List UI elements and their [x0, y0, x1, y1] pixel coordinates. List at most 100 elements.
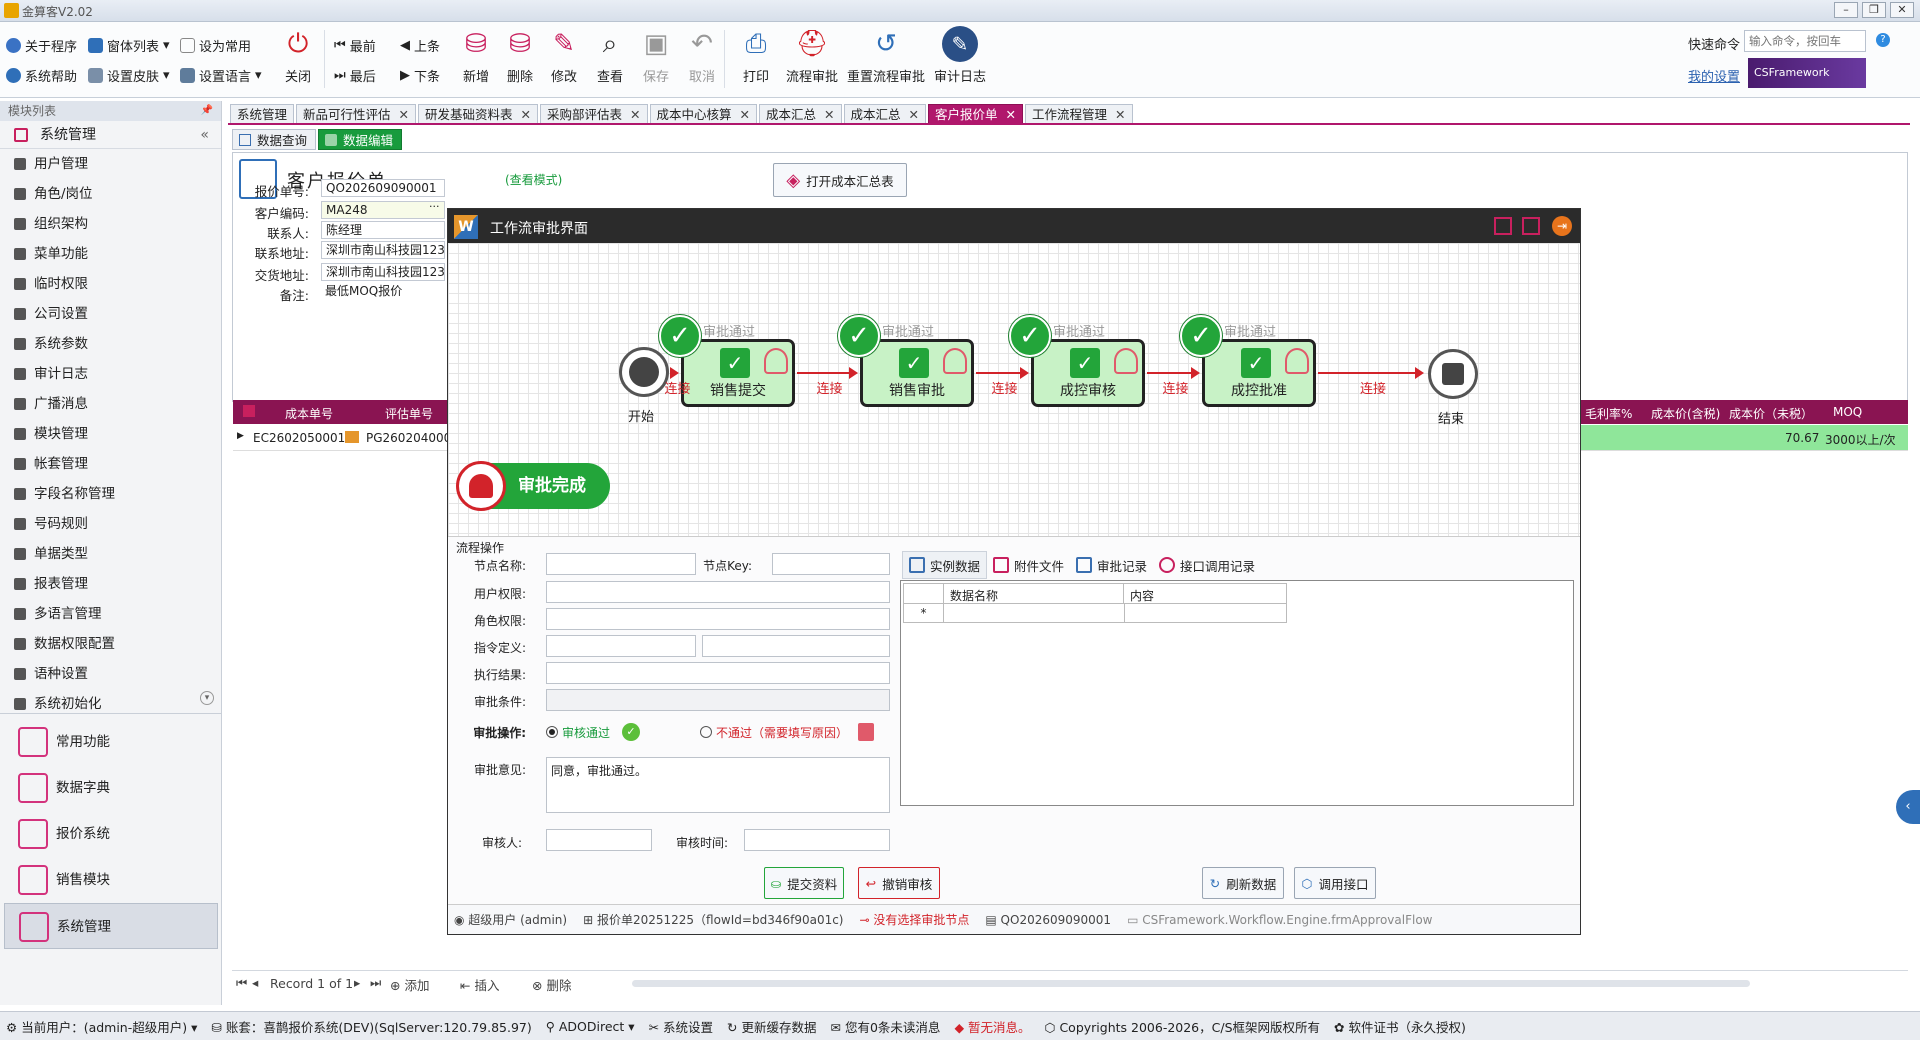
- sidebar-item[interactable]: 角色/岗位: [0, 179, 221, 209]
- tab-item[interactable]: 系统管理: [230, 104, 295, 124]
- nav-prev-icon[interactable]: ◂: [252, 975, 258, 990]
- cmd-def-field-2[interactable]: [702, 635, 890, 657]
- module-group-item[interactable]: 系统管理: [4, 903, 218, 949]
- nav-first-icon[interactable]: ⏮: [236, 975, 247, 991]
- tab-item[interactable]: 新品可行性评估 ✕: [296, 104, 417, 124]
- nav-add-button[interactable]: ⊕ 添加: [390, 975, 429, 994]
- cond-field[interactable]: [546, 689, 890, 711]
- flow-link[interactable]: [670, 367, 679, 379]
- submit-button[interactable]: ⛀ 提交资料: [764, 867, 844, 899]
- field-input[interactable]: 深圳市南山科技园123号: [321, 263, 445, 281]
- cancel-button[interactable]: ↶ 取消: [676, 26, 728, 94]
- set-common-button[interactable]: 设为常用: [180, 36, 251, 55]
- radio-pass[interactable]: 审核通过 ✓: [546, 723, 641, 741]
- language-button[interactable]: 设置语言 ▾: [180, 66, 262, 85]
- flow-link[interactable]: [797, 367, 858, 379]
- tab-item[interactable]: 成本汇总 ✕: [759, 104, 842, 124]
- radio-fail[interactable]: 不通过（需要填写原因）: [700, 723, 875, 741]
- end-node[interactable]: [1428, 349, 1478, 399]
- col-moq[interactable]: MOQ: [1833, 405, 1862, 419]
- next-button[interactable]: ▶ 下条: [400, 66, 440, 85]
- status-current-user[interactable]: ⚙ 当前用户：(admin-超级用户) ▾: [6, 1017, 197, 1036]
- section-system-management[interactable]: 系统管理 «: [0, 121, 221, 149]
- tab-instance-data[interactable]: 实例数据: [902, 551, 988, 579]
- quick-cmd-input[interactable]: [1744, 30, 1866, 52]
- time-field[interactable]: [744, 829, 890, 851]
- role-perm-field[interactable]: [546, 608, 890, 630]
- exit-icon[interactable]: ⇥: [1552, 216, 1572, 236]
- save-button[interactable]: ▣ 保存: [630, 26, 682, 94]
- col-content[interactable]: 内容: [1124, 584, 1286, 604]
- tab-item[interactable]: 成本中心核算 ✕: [649, 104, 758, 124]
- user-perm-field[interactable]: [546, 581, 890, 603]
- sidebar-item[interactable]: 系统参数: [0, 329, 221, 359]
- minimize-button[interactable]: –: [1834, 2, 1858, 18]
- flow-link[interactable]: [1147, 367, 1200, 379]
- flow-link[interactable]: [976, 367, 1029, 379]
- sidebar-item[interactable]: 菜单功能: [0, 239, 221, 269]
- close-icon[interactable]: ✕: [740, 105, 750, 124]
- nav-next-icon[interactable]: ▸: [354, 975, 360, 990]
- close-icon[interactable]: ✕: [399, 105, 409, 124]
- close-icon[interactable]: ✕: [1006, 105, 1016, 124]
- col-eval-no[interactable]: 评估单号: [385, 405, 433, 422]
- close-icon[interactable]: ✕: [630, 105, 640, 124]
- scroll-down-icon[interactable]: ▾: [200, 691, 214, 705]
- field-input[interactable]: 深圳市南山科技园123号: [321, 241, 445, 259]
- col-data-name[interactable]: 数据名称: [944, 584, 1124, 604]
- col-cost-no[interactable]: 成本单号: [285, 405, 333, 422]
- field-input[interactable]: 陈经理: [321, 221, 445, 239]
- lookup-button[interactable]: ···: [429, 200, 440, 213]
- last-button[interactable]: ⏭ 最后: [334, 66, 376, 85]
- nav-last-icon[interactable]: ⏭: [370, 975, 381, 991]
- close-icon[interactable]: ✕: [824, 105, 834, 124]
- close-icon[interactable]: ✕: [909, 105, 919, 124]
- col-margin[interactable]: 毛利率%: [1585, 405, 1632, 422]
- cell-cost-no[interactable]: EC2602050001: [253, 431, 345, 445]
- edit-button[interactable]: ✎ 修改: [538, 26, 590, 94]
- call-api-button[interactable]: ⬡ 调用接口: [1294, 867, 1376, 899]
- sidebar-item[interactable]: 广播消息: [0, 389, 221, 419]
- cmd-def-field[interactable]: [546, 635, 696, 657]
- sidebar-item[interactable]: 用户管理: [0, 149, 221, 179]
- node-key-field[interactable]: [772, 553, 890, 575]
- flow-node[interactable]: ✓ 销售审批: [860, 339, 974, 407]
- sidebar-item[interactable]: 多语言管理: [0, 599, 221, 629]
- help-button[interactable]: 系统帮助: [6, 66, 77, 85]
- tab-approval-records[interactable]: 审批记录: [1070, 551, 1153, 579]
- module-group-item[interactable]: 常用功能: [4, 719, 218, 765]
- field-input[interactable]: MA248: [321, 201, 445, 219]
- sidebar-item[interactable]: 报表管理: [0, 569, 221, 599]
- prev-button[interactable]: ◀ 上条: [400, 36, 440, 55]
- view-button[interactable]: ⌕ 查看: [584, 26, 636, 94]
- help-icon[interactable]: ?: [1876, 33, 1890, 47]
- workflow-canvas[interactable]: 开始 结束 ✓ 销售提交 ✓ 审批通过 ✓ 销售审批 ✓ 审批通过 ✓ 成控审核 ✓ 审批通过 ✓ 成控批…: [448, 243, 1580, 536]
- tab-data-edit[interactable]: 数据编辑: [318, 129, 403, 150]
- status-ado[interactable]: ⚲ ADODirect ▾: [546, 1019, 635, 1034]
- flow-node[interactable]: ✓ 成控批准: [1202, 339, 1316, 407]
- audit-log-button[interactable]: ✎ 审计日志: [934, 26, 986, 94]
- close-icon[interactable]: ✕: [521, 105, 531, 124]
- nav-delete-button[interactable]: ⊗ 删除: [532, 975, 571, 994]
- pin-icon[interactable]: 📌: [201, 101, 213, 121]
- tab-api-log[interactable]: 接口调用记录: [1153, 551, 1261, 579]
- flow-node[interactable]: ✓ 销售提交: [681, 339, 795, 407]
- flow-node[interactable]: ✓ 成控审核: [1031, 339, 1145, 407]
- status-system-settings[interactable]: ✂ 系统设置: [649, 1017, 713, 1036]
- about-button[interactable]: 关于程序: [6, 36, 77, 55]
- exec-result-field[interactable]: [546, 662, 890, 684]
- my-settings-link[interactable]: 我的设置: [1688, 66, 1740, 85]
- start-node[interactable]: [619, 347, 669, 397]
- sidebar-item[interactable]: 临时权限: [0, 269, 221, 299]
- tab-item[interactable]: 成本汇总 ✕: [843, 104, 927, 124]
- tab-item[interactable]: 客户报价单 ✕: [928, 104, 1024, 124]
- sidebar-item[interactable]: 数据权限配置: [0, 629, 221, 659]
- tab-item[interactable]: 工作流程管理 ✕: [1025, 104, 1133, 124]
- close-button[interactable]: ⏻ 关闭: [272, 26, 324, 94]
- tab-item[interactable]: 采购部评估表 ✕: [540, 104, 648, 124]
- print-button[interactable]: ⎙ 打印: [730, 26, 782, 94]
- sidebar-item[interactable]: 组织架构: [0, 209, 221, 239]
- module-group-item[interactable]: 销售模块: [4, 857, 218, 903]
- flow-approve-button[interactable]: ⛑ 流程审批: [786, 26, 838, 94]
- sidebar-item[interactable]: 字段名称管理: [0, 479, 221, 509]
